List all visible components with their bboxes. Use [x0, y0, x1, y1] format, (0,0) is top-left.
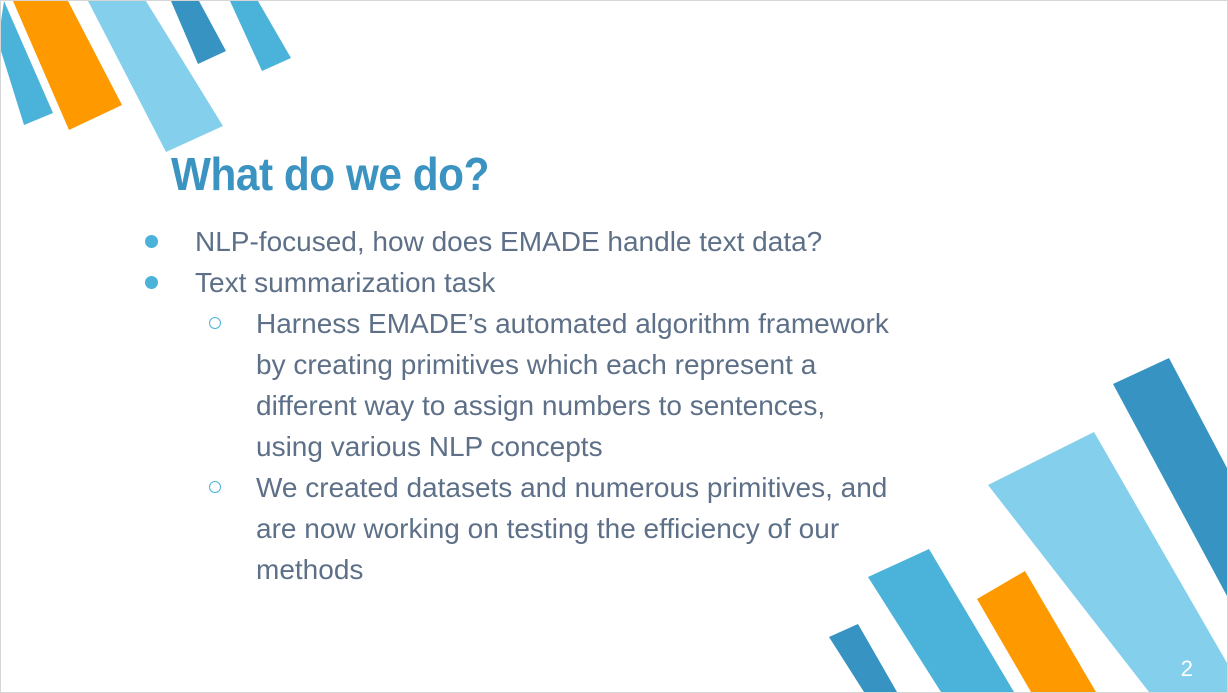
slide: What do we do? NLP-focused, how does EMA…: [0, 0, 1228, 693]
sub-bullet-list: Harness EMADE’s automated algorithm fram…: [141, 303, 1001, 590]
bullet-list: NLP-focused, how does EMADE handle text …: [141, 221, 1001, 590]
bullet-text: NLP-focused, how does EMADE handle text …: [195, 226, 823, 257]
bullet-dot-icon: [145, 276, 158, 289]
stripe-bottom-dark-blue-2: [829, 624, 897, 692]
sub-bullet-item: Harness EMADE’s automated algorithm fram…: [141, 303, 896, 467]
stripe-top-dark-blue: [171, 1, 226, 64]
sub-bullet-text: Harness EMADE’s automated algorithm fram…: [256, 308, 889, 462]
sub-bullet-text: We created datasets and numerous primiti…: [256, 472, 888, 585]
bullet-text: Text summarization task: [195, 267, 496, 298]
sub-bullet-item: We created datasets and numerous primiti…: [141, 467, 896, 590]
sub-bullet-group: Harness EMADE’s automated algorithm fram…: [141, 303, 1001, 590]
bullet-dot-icon: [145, 235, 158, 248]
bullet-item: Text summarization task: [141, 262, 1001, 303]
page-number: 2: [1180, 656, 1193, 681]
stripe-top-blue-2: [230, 1, 291, 71]
slide-title: What do we do?: [171, 148, 489, 200]
hollow-circle-icon: [209, 481, 221, 493]
hollow-circle-icon: [209, 317, 221, 329]
bullet-item: NLP-focused, how does EMADE handle text …: [141, 221, 1001, 262]
